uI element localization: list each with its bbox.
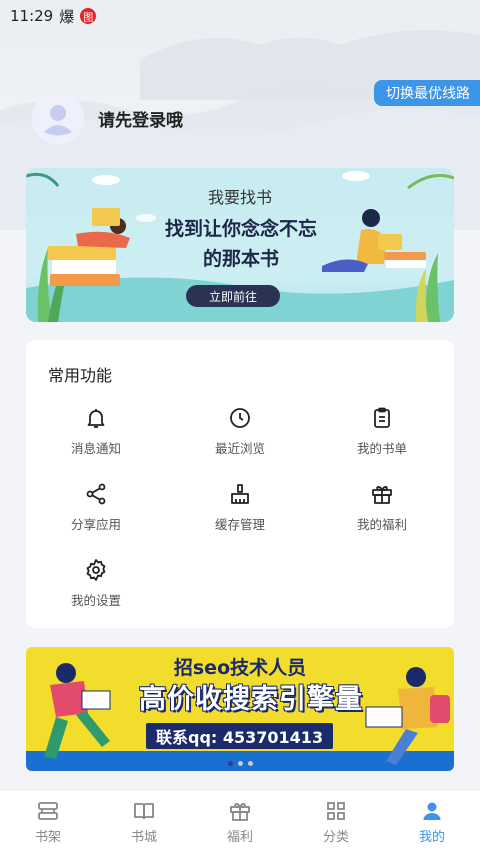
default-avatar-icon [32, 92, 84, 144]
feature-notifications[interactable]: 消息通知 [36, 404, 156, 457]
tab-categories[interactable]: 分类 [288, 790, 384, 853]
clipboard-icon [322, 404, 442, 432]
go-now-button[interactable]: 立即前往 [186, 285, 280, 307]
gear-icon [36, 556, 156, 584]
notification-status-icon: 爆 [59, 7, 75, 26]
tab-bookshelf[interactable]: 书架 [0, 790, 96, 853]
features-title: 常用功能 [48, 366, 113, 385]
gift-icon [322, 480, 442, 508]
bookshelf-icon [38, 801, 58, 820]
status-time: 11:29 [10, 7, 54, 25]
feature-my-rewards[interactable]: 我的福利 [322, 480, 442, 533]
carousel-dot [247, 761, 253, 766]
gift-icon [230, 802, 250, 821]
feature-label: 我的书单 [356, 441, 407, 456]
feature-label: 我的福利 [356, 517, 407, 532]
tab-label: 书城 [130, 829, 157, 845]
feature-label: 分享应用 [70, 517, 121, 532]
feature-recent-history[interactable]: 最近浏览 [180, 404, 300, 457]
ad-headline: 招seo技术人员 [173, 657, 307, 679]
bottom-tab-bar: 书架 书城 福利 分类 我的 [0, 789, 480, 853]
feature-label: 消息通知 [70, 441, 121, 456]
feature-label: 缓存管理 [214, 517, 265, 532]
open-book-icon [134, 802, 154, 819]
feature-share-app[interactable]: 分享应用 [36, 480, 156, 533]
ad-contact: 联系qq: 453701413 [146, 723, 334, 749]
status-bar: 11:29 爆 图 [0, 0, 480, 32]
find-book-headline: 找到让你念念不忘 的那本书 [136, 214, 346, 274]
broom-icon [180, 480, 300, 508]
carousel-dot [227, 761, 233, 766]
tab-label: 福利 [226, 829, 253, 845]
carousel-dot [237, 761, 243, 766]
common-features-card: 常用功能 消息通知 最近浏览 我的书单 分享应用 缓存管理 我的福利 我的设置 [26, 340, 454, 628]
tab-label: 我的 [418, 829, 445, 845]
grid-icon [327, 801, 345, 820]
login-prompt[interactable]: 请先登录哦 [98, 106, 183, 131]
find-book-banner[interactable]: 我要找书 找到让你念念不忘 的那本书 立即前往 [26, 168, 454, 322]
feature-my-settings[interactable]: 我的设置 [36, 556, 156, 609]
switch-route-button[interactable]: 切换最优线路 [374, 80, 480, 106]
find-book-headline-line-1: 找到让你念念不忘 [164, 218, 317, 240]
ad-subheadline: 高价收搜索引擎量 [139, 684, 363, 715]
tab-label: 书架 [34, 829, 61, 845]
find-book-title: 我要找书 [207, 188, 272, 207]
share-icon [36, 480, 156, 508]
tab-rewards[interactable]: 福利 [192, 790, 288, 853]
bell-icon [36, 404, 156, 432]
carousel-indicator [0, 761, 480, 766]
tab-mine[interactable]: 我的 [384, 790, 480, 853]
avatar[interactable] [32, 92, 84, 144]
feature-my-booklist[interactable]: 我的书单 [322, 404, 442, 457]
tab-label: 分类 [322, 829, 349, 845]
profile-login[interactable]: 请先登录哦 [32, 92, 183, 144]
feature-label: 我的设置 [70, 593, 121, 608]
app-status-icon: 图 [80, 8, 97, 24]
feature-label: 最近浏览 [214, 441, 265, 456]
person-icon [423, 802, 441, 820]
find-book-headline-line-2: 的那本书 [202, 248, 279, 270]
ad-banner[interactable]: 招seo技术人员 高价收搜索引擎量 联系qq: 453701413 [26, 647, 454, 771]
feature-cache-management[interactable]: 缓存管理 [180, 480, 300, 533]
clock-icon [180, 404, 300, 432]
tab-bookstore[interactable]: 书城 [96, 790, 192, 853]
